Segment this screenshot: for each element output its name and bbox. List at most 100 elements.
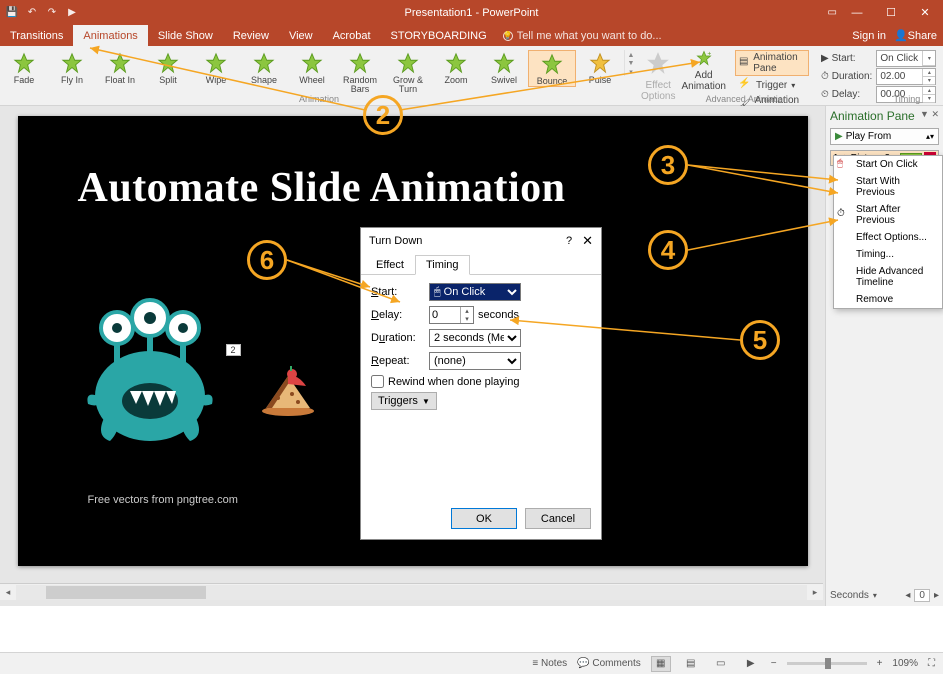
play-icon: ▶ — [835, 131, 843, 142]
dlg-start-select[interactable]: 🖱 On Click — [429, 283, 521, 301]
dialog-tab-timing[interactable]: Timing — [415, 255, 470, 275]
anim-zoom[interactable]: Zoom — [432, 50, 480, 85]
animation-pane-button[interactable]: ▤Animation Pane — [735, 50, 809, 76]
pager-prev[interactable]: ◂ — [905, 590, 910, 601]
anim-split[interactable]: Split — [144, 50, 192, 85]
fit-window-icon[interactable]: ⛶ — [928, 658, 935, 669]
callout-5: 5 — [740, 320, 780, 360]
anim-growturn[interactable]: Grow & Turn — [384, 50, 432, 94]
group-timing-label: Timing — [815, 94, 943, 104]
close-button[interactable]: ✕ — [911, 3, 939, 23]
dialog-titlebar[interactable]: Turn Down ? ✕ — [361, 228, 601, 254]
dlg-triggers-button[interactable]: Triggers ▼ — [371, 392, 437, 410]
anim-fade[interactable]: Fade — [0, 50, 48, 85]
scroll-right-icon[interactable]: ▸ — [807, 587, 823, 598]
close-icon[interactable]: ✕ — [582, 233, 593, 249]
chevron-down-icon[interactable]: ▾ — [873, 591, 877, 600]
anim-wipe[interactable]: Wipe — [192, 50, 240, 85]
zoom-out-icon[interactable]: − — [771, 658, 777, 669]
scroll-thumb[interactable] — [46, 586, 206, 599]
tab-transitions[interactable]: Transitions — [0, 25, 73, 46]
animation-order-tag[interactable]: 2 — [226, 344, 241, 356]
dlg-repeat-label: Repeat: — [371, 355, 425, 367]
ctx-start-after-previous[interactable]: ⏱Start After Previous — [834, 201, 942, 229]
pane-icon: ▤ — [739, 56, 749, 70]
redo-icon[interactable]: ↷ — [44, 5, 60, 21]
tab-review[interactable]: Review — [223, 25, 279, 46]
comments-button[interactable]: 💬 Comments — [577, 658, 641, 669]
dlg-rewind-check[interactable]: Rewind when done playing — [371, 375, 591, 388]
bulb-icon: 💡 — [503, 31, 513, 41]
ribbon-options-icon[interactable]: ▭ — [828, 7, 837, 18]
maximize-button[interactable]: ☐ — [877, 3, 905, 23]
duration-spin[interactable]: 02.00▴▾ — [876, 68, 936, 85]
group-animation-label: Animation — [0, 94, 638, 104]
zoom-in-icon[interactable]: + — [877, 658, 883, 669]
chevron-down-icon: ▾ — [791, 81, 795, 90]
dlg-duration-select[interactable]: 2 seconds (Medium) — [429, 329, 521, 347]
dialog-title: Turn Down — [369, 235, 566, 247]
zoom-slider[interactable] — [787, 662, 867, 665]
horizontal-scrollbar[interactable]: ◂ ▸ — [0, 583, 823, 600]
ctx-hide-timeline[interactable]: Hide Advanced Timeline — [834, 263, 942, 291]
chevron-down-icon: ▼ — [422, 397, 430, 406]
rewind-checkbox[interactable] — [371, 375, 384, 388]
cancel-button[interactable]: Cancel — [525, 508, 591, 529]
anim-wheel[interactable]: Wheel — [288, 50, 336, 85]
tab-acrobat[interactable]: Acrobat — [323, 25, 381, 46]
duration-label: ⏱Duration: — [821, 68, 872, 85]
ctx-timing[interactable]: Timing... — [834, 246, 942, 263]
dialog-tab-effect[interactable]: Effect — [365, 255, 415, 275]
autosave-icon[interactable]: 💾 — [4, 5, 20, 21]
anim-flyin[interactable]: Fly In — [48, 50, 96, 85]
ok-button[interactable]: OK — [451, 508, 517, 529]
notes-button[interactable]: ≡ Notes — [532, 658, 567, 669]
play-from-button[interactable]: ▶Play From▴▾ — [830, 128, 939, 145]
add-animation-button[interactable]: + Add Animation — [678, 46, 728, 93]
dlg-duration-label: Duration: — [371, 332, 425, 344]
chevron-down-icon: ▾ — [923, 51, 935, 66]
start-slideshow-icon[interactable]: ▶ — [64, 5, 80, 21]
anim-swivel[interactable]: Swivel — [480, 50, 528, 85]
anim-shape[interactable]: Shape — [240, 50, 288, 85]
view-sorter-icon[interactable]: ▤ — [681, 656, 701, 672]
anim-floatin[interactable]: Float In — [96, 50, 144, 85]
animation-context-menu: 🖱Start On Click Start With Previous ⏱Sta… — [833, 155, 943, 309]
monster-image — [80, 286, 220, 446]
dlg-delay-spin[interactable]: ▴▾ — [429, 306, 474, 324]
anim-pulse[interactable]: Pulse — [576, 50, 624, 85]
anim-gallery-more[interactable]: ▲▼▾ — [624, 50, 638, 76]
clock-icon: ⏱ — [837, 208, 851, 222]
view-slideshow-icon[interactable]: ▶ — [741, 656, 761, 672]
ctx-start-on-click[interactable]: 🖱Start On Click — [834, 156, 942, 173]
pager-next[interactable]: ▸ — [934, 590, 939, 601]
anim-bounce[interactable]: Bounce — [528, 50, 576, 87]
tab-slideshow[interactable]: Slide Show — [148, 25, 223, 46]
tell-me[interactable]: 💡 Tell me what you want to do... — [497, 25, 662, 46]
dlg-start-label: Start: — [371, 286, 425, 298]
trigger-button[interactable]: ⚡Trigger▾ — [735, 77, 809, 93]
tab-storyboarding[interactable]: STORYBOARDING — [381, 25, 497, 46]
dlg-repeat-select[interactable]: (none) — [429, 352, 521, 370]
share-button[interactable]: 👤Share — [894, 29, 937, 42]
start-select[interactable]: On Click▾ — [876, 50, 936, 67]
callout-3: 3 — [648, 145, 688, 185]
anim-randombars[interactable]: Random Bars — [336, 50, 384, 94]
help-icon[interactable]: ? — [566, 235, 572, 247]
undo-icon[interactable]: ↶ — [24, 5, 40, 21]
pane-options-icon[interactable]: ▼ ✕ — [920, 109, 939, 123]
ctx-start-with-previous[interactable]: Start With Previous — [834, 173, 942, 201]
view-normal-icon[interactable]: ▦ — [651, 656, 671, 672]
timing-dialog: Turn Down ? ✕ Effect Timing Start: 🖱 On … — [360, 227, 602, 540]
tab-view[interactable]: View — [279, 25, 323, 46]
scroll-left-icon[interactable]: ◂ — [0, 587, 16, 598]
minimize-button[interactable]: — — [843, 3, 871, 23]
tab-animations[interactable]: Animations — [73, 25, 147, 46]
ctx-effect-options[interactable]: Effect Options... — [834, 229, 942, 246]
ctx-remove[interactable]: Remove — [834, 291, 942, 308]
effect-options-button[interactable]: Effect Options — [638, 46, 678, 105]
view-reading-icon[interactable]: ▭ — [711, 656, 731, 672]
ribbon: Fade Fly In Float In Split Wipe Shape Wh… — [0, 46, 943, 106]
zoom-value[interactable]: 109% — [892, 658, 918, 669]
signin-link[interactable]: Sign in — [852, 30, 886, 42]
